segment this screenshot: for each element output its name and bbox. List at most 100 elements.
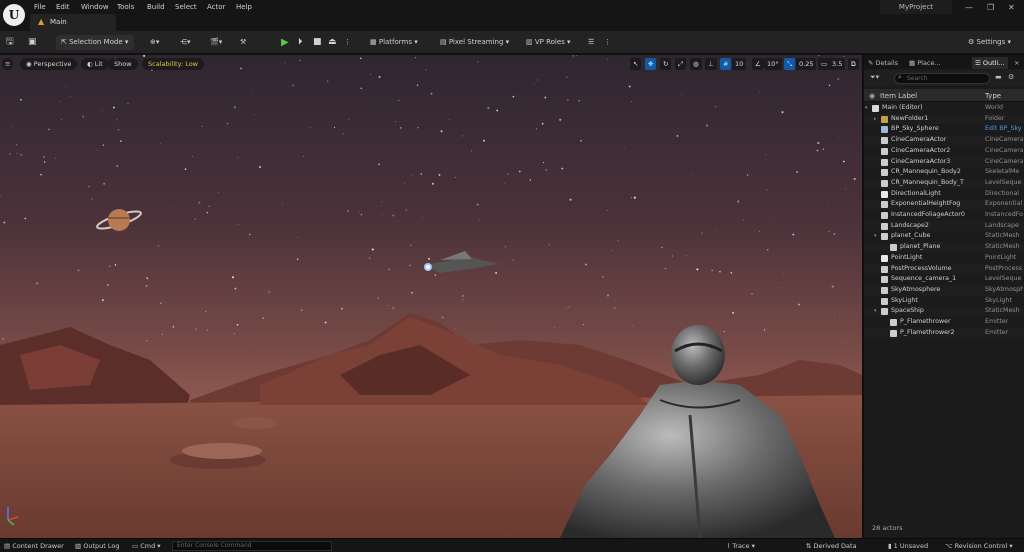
lit-button[interactable]: ◐ Lit xyxy=(81,58,109,70)
scale-snap-icon[interactable]: ⤡ xyxy=(784,58,796,70)
outliner-row[interactable]: ▾ Main (Editor) World xyxy=(864,103,1024,114)
derived-data-button[interactable]: ⇅ Derived Data xyxy=(806,542,857,550)
outliner-row[interactable]: BP_Sky_Sphere Edit BP_Sky xyxy=(864,124,1024,135)
perspective-label: Perspective xyxy=(33,60,72,68)
cinematics-icon[interactable]: 🎬▾ xyxy=(210,35,222,50)
grid-snap-icon[interactable]: # xyxy=(720,58,732,70)
outliner-row[interactable]: ExponentialHeightFog Exponential xyxy=(864,199,1024,210)
outliner-row[interactable]: CineCameraActor CineCamera xyxy=(864,135,1024,146)
close-icon[interactable]: ✕ xyxy=(1008,3,1015,12)
menu-help[interactable]: Help xyxy=(236,3,252,11)
trace-button[interactable]: ⌇ Trace ▾ xyxy=(727,542,755,550)
rotate-tool-icon[interactable]: ↻ xyxy=(660,58,672,70)
maximize-viewport-icon[interactable]: ⧉ xyxy=(848,58,859,70)
save-icon[interactable]: 🖫 xyxy=(6,35,14,50)
outliner-row[interactable]: P_Flamethrower2 Emitter xyxy=(864,327,1024,339)
revision-control-button[interactable]: ⌥ Revision Control ▾ xyxy=(945,542,1013,550)
select-tool-icon[interactable]: ↖ xyxy=(630,58,642,70)
tab-details[interactable]: ✎ Details xyxy=(868,57,898,69)
cmd-button[interactable]: ▭ Cmd ▾ xyxy=(132,542,161,550)
outliner-row-type: World xyxy=(985,104,1004,111)
outliner-row[interactable]: CR_Mannequin_Body2 SkeletalMe xyxy=(864,167,1024,178)
unreal-logo[interactable]: U xyxy=(3,4,25,26)
filter-icon[interactable]: ⏷▾ xyxy=(870,73,879,82)
play-icon[interactable]: ▶ xyxy=(281,35,289,50)
panel-tabs: ✎ Details ▦ Place... ☰ Outli... × xyxy=(864,55,1024,69)
add-folder-icon[interactable]: ▬ xyxy=(995,73,1002,81)
outliner-row[interactable]: CR_Mannequin_Body_T LevelSeque xyxy=(864,177,1024,189)
outliner-row[interactable]: ▾ SpaceShip StaticMesh xyxy=(864,306,1024,317)
outliner-row-type[interactable]: Edit BP_Sky xyxy=(985,124,1023,135)
selection-mode-button[interactable]: ⇱ Selection Mode ▾ xyxy=(56,35,134,50)
close-tab-icon[interactable]: × xyxy=(1014,57,1019,69)
menu-file[interactable]: File xyxy=(34,3,46,11)
expand-arrow-icon[interactable]: ▾ xyxy=(865,103,868,114)
rotation-snap-icon[interactable]: ∠ xyxy=(752,58,764,70)
vp-roles-button[interactable]: ▥ VP Roles ▾ xyxy=(526,35,571,50)
menu-build[interactable]: Build xyxy=(147,3,165,11)
grid-snap-value[interactable]: 10 xyxy=(732,58,747,70)
outliner-row[interactable]: Sequence_camera_1 LevelSeque xyxy=(864,274,1024,285)
perspective-button[interactable]: ◉ Perspective xyxy=(20,58,78,70)
drawer-icon: ▤ xyxy=(4,542,13,550)
step-icon[interactable]: ⏵ xyxy=(298,35,303,50)
menu-tools[interactable]: Tools xyxy=(117,3,134,11)
add-actor-icon[interactable]: ⊕▾ xyxy=(150,35,159,50)
outliner-row[interactable]: DirectionalLight Directional xyxy=(864,189,1024,200)
translate-tool-icon[interactable]: ✥ xyxy=(645,58,657,70)
output-log-button[interactable]: ▧ Output Log xyxy=(75,542,119,550)
outliner-row[interactable]: PostProcessVolume PostProcess xyxy=(864,263,1024,275)
rotation-snap-value[interactable]: 10° xyxy=(764,58,782,70)
surface-snap-icon[interactable]: ⊥ xyxy=(705,58,717,70)
tab-main[interactable]: ▲ Main xyxy=(30,14,116,31)
content-icon[interactable]: ▣ xyxy=(28,35,37,50)
outliner-row[interactable]: planet_Plane StaticMesh xyxy=(864,242,1024,253)
expand-arrow-icon[interactable]: ▾ xyxy=(874,231,877,242)
menu-select[interactable]: Select xyxy=(175,3,197,11)
column-item-label[interactable]: Item Label xyxy=(880,92,917,100)
camera-speed-value[interactable]: 3.5 xyxy=(829,58,846,70)
search-input[interactable]: Search xyxy=(894,73,990,84)
show-button[interactable]: Show xyxy=(108,58,138,70)
maximize-icon[interactable]: ❐ xyxy=(987,3,994,12)
minimize-icon[interactable]: — xyxy=(965,3,973,12)
outliner-row[interactable]: Landscape2 Landscape xyxy=(864,220,1024,232)
settings-button[interactable]: ⚙ Settings ▾ xyxy=(968,35,1011,50)
outliner-row[interactable]: ▸ NewFolder1 Folder xyxy=(864,113,1024,125)
tab-outliner[interactable]: ☰ Outli... xyxy=(972,57,1008,69)
tab-place-actors[interactable]: ▦ Place... xyxy=(909,57,941,69)
console-input[interactable]: Enter Console Command xyxy=(172,541,332,551)
unsaved-button[interactable]: ▮ 1 Unsaved xyxy=(888,542,928,550)
stop-icon[interactable]: ■ xyxy=(313,35,322,50)
eject-icon[interactable]: ⏏ xyxy=(328,35,337,50)
scale-snap-value[interactable]: 0.25 xyxy=(796,58,817,70)
outliner-row[interactable]: CineCameraActor2 CineCamera xyxy=(864,146,1024,157)
level-viewport[interactable]: ≡ ◉ Perspective ◐ Lit Show Scalability: … xyxy=(0,55,862,538)
outliner-row[interactable]: InstancedFoliageActor0 InstancedFo xyxy=(864,210,1024,221)
play-options-icon[interactable]: ⋮ xyxy=(344,35,351,50)
gear-icon[interactable]: ⚙ xyxy=(1008,73,1014,81)
expand-arrow-icon[interactable]: ▾ xyxy=(874,306,877,317)
virtual-production-icon[interactable]: ☰ xyxy=(588,35,594,50)
mode-icon[interactable]: ⚒ xyxy=(240,35,246,50)
outliner-row[interactable]: ▾ planet_Cube StaticMesh xyxy=(864,231,1024,242)
outliner-row[interactable]: SkyAtmosphere SkyAtmosph xyxy=(864,284,1024,296)
scale-tool-icon[interactable]: ⤢ xyxy=(675,58,687,70)
outliner-row[interactable]: PointLight PointLight xyxy=(864,253,1024,264)
expand-arrow-icon[interactable]: ▸ xyxy=(874,114,877,125)
column-type[interactable]: Type xyxy=(985,92,1001,100)
world-space-icon[interactable]: ◍ xyxy=(690,58,702,70)
blueprint-icon[interactable]: ⋲▾ xyxy=(180,35,191,50)
platforms-button[interactable]: ▦ Platforms ▾ xyxy=(370,35,418,50)
outliner-row[interactable]: CineCameraActor3 CineCamera xyxy=(864,156,1024,168)
toolbar-more-icon[interactable]: ⋮ xyxy=(604,35,611,50)
outliner-row[interactable]: SkyLight SkyLight xyxy=(864,296,1024,307)
pixel-streaming-button[interactable]: ▤ Pixel Streaming ▾ xyxy=(440,35,509,50)
scalability-button[interactable]: Scalability: Low xyxy=(142,58,204,70)
visibility-icon[interactable]: ◉ xyxy=(869,92,875,100)
menu-window[interactable]: Window xyxy=(81,3,109,11)
outliner-row[interactable]: P_Flamethrower Emitter xyxy=(864,317,1024,328)
content-drawer-button[interactable]: ▤ Content Drawer xyxy=(4,542,64,550)
menu-edit[interactable]: Edit xyxy=(56,3,70,11)
menu-actor[interactable]: Actor xyxy=(207,3,225,11)
